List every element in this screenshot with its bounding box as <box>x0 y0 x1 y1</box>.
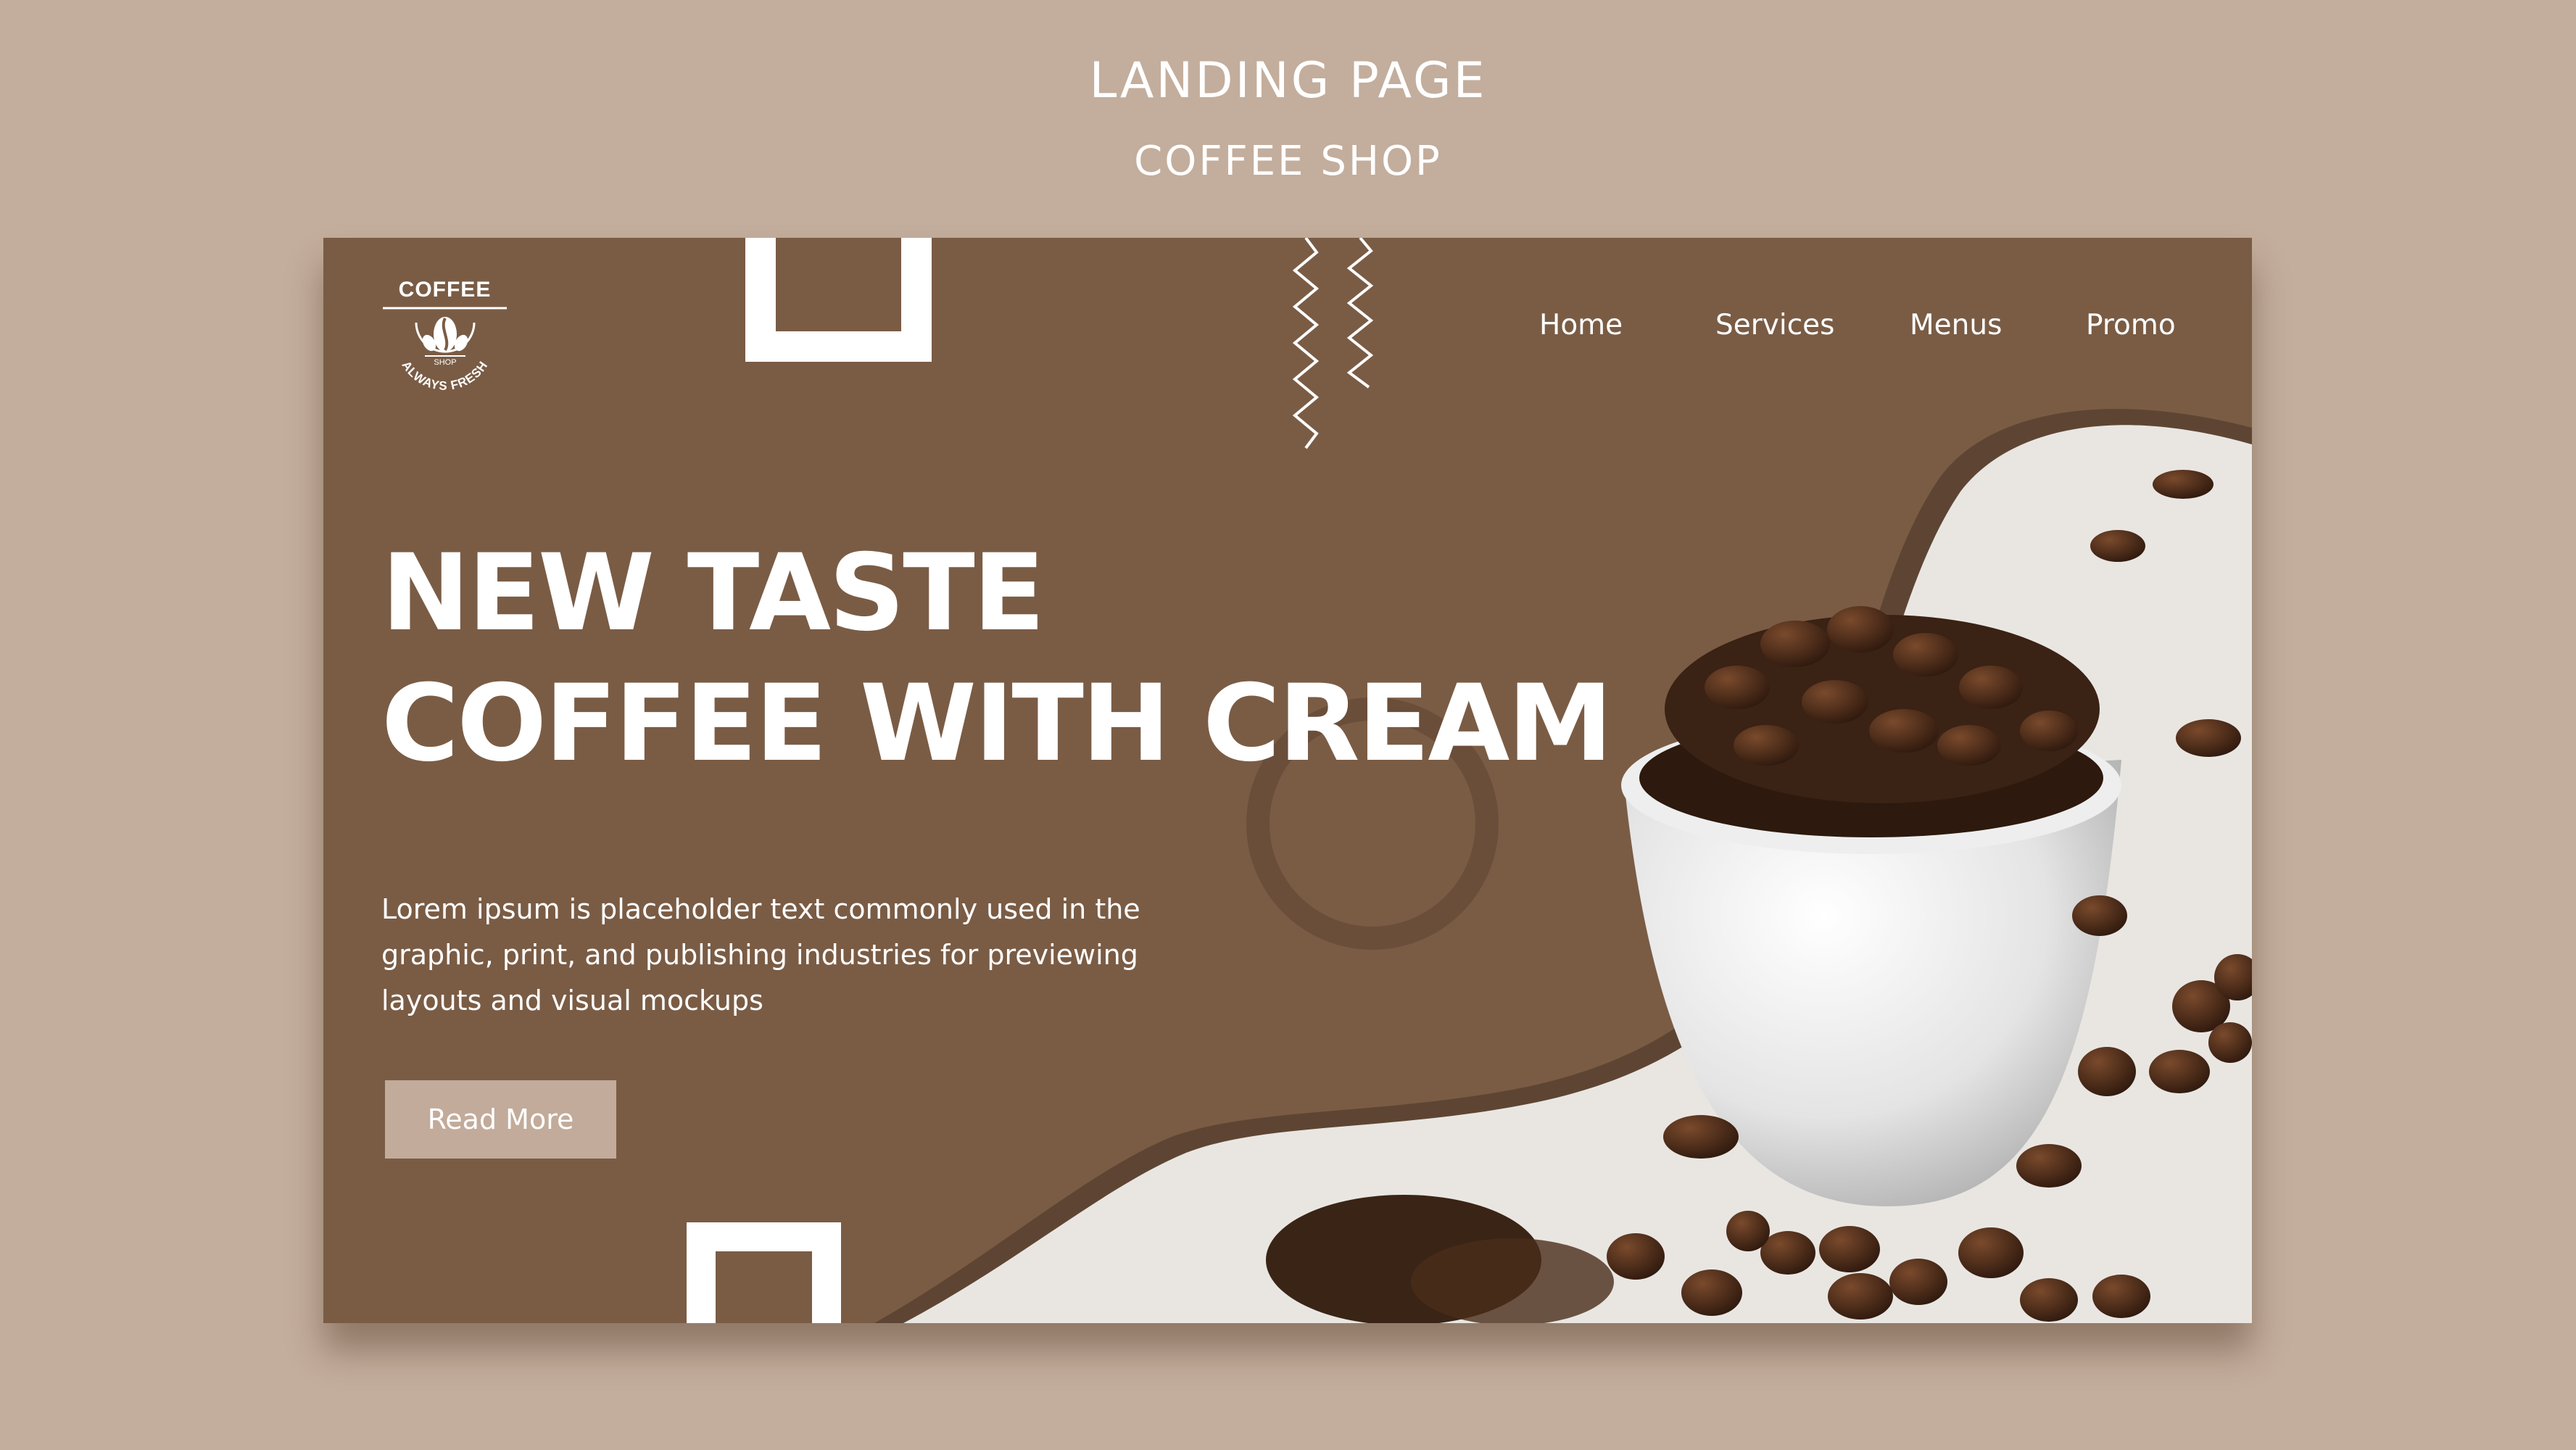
hero-title-line-2: COFFEE WITH CREAM <box>381 662 1613 785</box>
hero-description: Lorem ipsum is placeholder text commonly… <box>381 893 1140 1016</box>
main-nav: Home Services Menus Promo <box>323 309 2252 352</box>
page-subtitle: COFFEE SHOP <box>1134 138 1442 185</box>
nav-item-menus[interactable]: Menus <box>1910 309 2002 341</box>
logo-badge: SHOP <box>434 358 456 367</box>
hero-title: NEW TASTE COFFEE WITH CREAM <box>381 528 1613 789</box>
nav-item-home[interactable]: Home <box>1539 309 1623 341</box>
hero-title-line-1: NEW TASTE <box>381 531 1045 655</box>
nav-item-services[interactable]: Services <box>1715 309 1834 341</box>
page-title: LANDING PAGE <box>1089 52 1487 109</box>
landing-page-mockup: COFFEE SHOP ALWAYS FRESH Home Services M… <box>323 238 2252 1323</box>
nav-item-promo[interactable]: Promo <box>2086 309 2176 341</box>
read-more-button[interactable]: Read More <box>385 1080 616 1159</box>
